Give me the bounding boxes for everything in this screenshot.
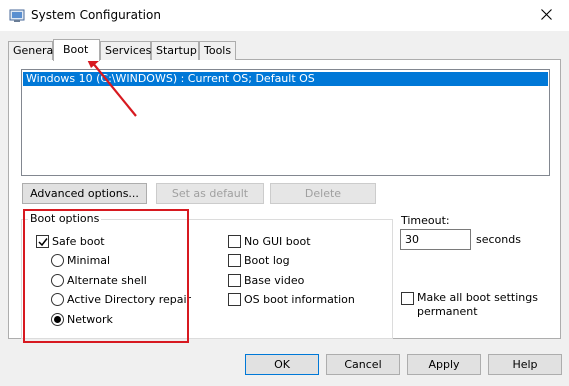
os-list-item[interactable]: Windows 10 (C:\WINDOWS) : Current OS; De…: [23, 72, 548, 86]
os-boot-information-checkbox[interactable]: OS boot information: [228, 292, 355, 307]
tab-tools[interactable]: Tools: [199, 41, 236, 60]
help-button[interactable]: Help: [488, 354, 562, 375]
msconfig-icon: [9, 8, 25, 24]
tab-services[interactable]: Services: [100, 41, 151, 60]
timeout-input[interactable]: 30: [400, 229, 471, 250]
checkbox-unchecked-icon: [401, 292, 414, 305]
boot-log-checkbox[interactable]: Boot log: [228, 253, 290, 268]
boot-log-label: Boot log: [244, 254, 290, 267]
seconds-label: seconds: [476, 233, 521, 246]
make-permanent-label-line2: permanent: [417, 305, 478, 318]
no-gui-boot-checkbox[interactable]: No GUI boot: [228, 234, 311, 249]
system-configuration-window: System Configuration General Boot Servic…: [0, 0, 569, 386]
close-icon: [540, 8, 552, 23]
set-as-default-button[interactable]: Set as default: [156, 183, 264, 204]
checkbox-unchecked-icon: [228, 293, 241, 306]
delete-button[interactable]: Delete: [270, 183, 376, 204]
base-video-checkbox[interactable]: Base video: [228, 273, 304, 288]
checkbox-unchecked-icon: [228, 235, 241, 248]
close-button[interactable]: [523, 0, 569, 31]
tab-general[interactable]: General: [8, 41, 56, 60]
ok-button[interactable]: OK: [245, 354, 319, 375]
advanced-options-button[interactable]: Advanced options...: [22, 183, 147, 204]
base-video-label: Base video: [244, 274, 305, 287]
checkbox-unchecked-icon: [228, 274, 241, 287]
checkbox-unchecked-icon: [228, 254, 241, 267]
tab-boot[interactable]: Boot: [53, 39, 100, 61]
timeout-label: Timeout:: [401, 214, 450, 227]
apply-button[interactable]: Apply: [407, 354, 481, 375]
window-title: System Configuration: [31, 8, 161, 22]
tab-startup[interactable]: Startup: [151, 41, 199, 60]
no-gui-boot-label: No GUI boot: [244, 235, 311, 248]
cancel-button[interactable]: Cancel: [326, 354, 400, 375]
title-bar: System Configuration: [0, 0, 569, 31]
boot-options-highlight: [23, 209, 189, 343]
make-permanent-label-line1: Make all boot settings: [417, 291, 538, 304]
os-boot-information-label: OS boot information: [244, 293, 355, 306]
os-list[interactable]: Windows 10 (C:\WINDOWS) : Current OS; De…: [21, 69, 550, 176]
make-permanent-checkbox[interactable]: Make all boot settings permanent: [401, 291, 538, 319]
